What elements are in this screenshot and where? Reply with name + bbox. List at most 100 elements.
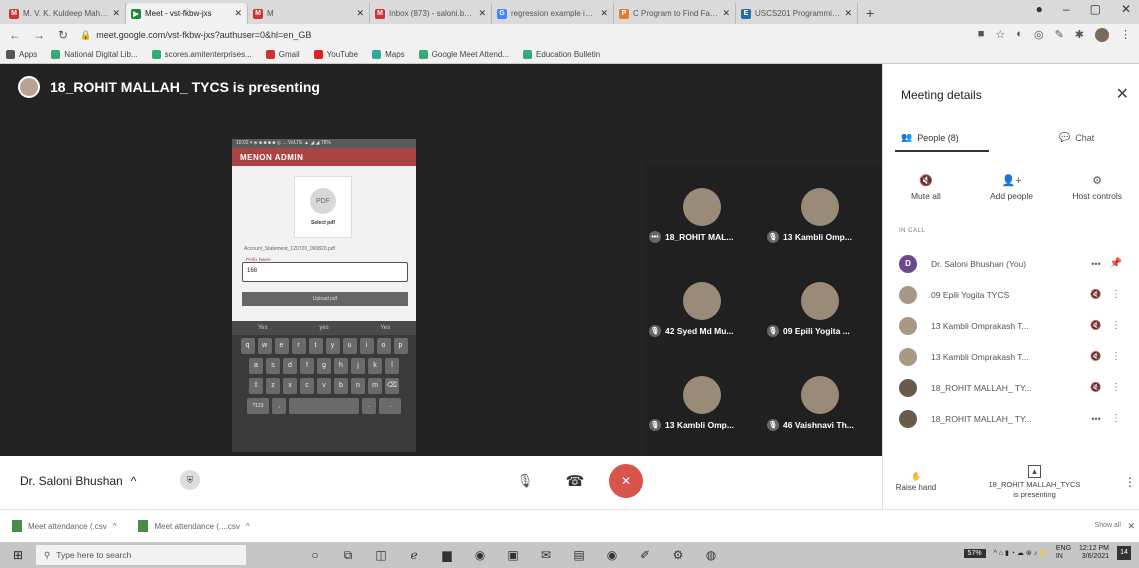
participant-name: 42 Syed Md Mu... xyxy=(665,326,734,336)
cortana-icon[interactable]: ○ xyxy=(306,547,324,563)
close-tab-icon[interactable]: ✕ xyxy=(844,8,852,19)
clock[interactable]: 12:12 PM 3/6/2021 xyxy=(1079,545,1109,562)
microphone-button[interactable]: 🎙 xyxy=(512,468,538,494)
bookmark-label: Maps xyxy=(385,50,405,59)
browser-tab[interactable]: M M ✕ xyxy=(248,3,370,24)
participant-action-icon[interactable]: 🔇 xyxy=(1086,351,1106,362)
browser-tab[interactable]: Gregression example in r - G ✕ xyxy=(492,3,614,24)
browser-tab[interactable]: M M. V. K. Kuldeep Mahale Colleg✕ xyxy=(4,3,126,24)
shield-icon[interactable]: ⛨ xyxy=(180,470,200,490)
favicon-icon: G xyxy=(497,8,507,19)
store-icon[interactable]: ◫ xyxy=(372,547,390,563)
camera-off-button[interactable]: ✕ xyxy=(609,464,643,498)
tab-title: Inbox (873) - saloni.bhush xyxy=(389,9,475,18)
chrome-icon[interactable]: ◉ xyxy=(603,547,621,563)
download-item[interactable]: Meet attendance (....csv ^ xyxy=(138,520,250,532)
edge-icon[interactable]: ℯ xyxy=(405,547,423,563)
windows-start-icon[interactable]: ⊞ xyxy=(0,548,36,562)
more-options-icon[interactable]: ⋮ xyxy=(1120,475,1139,489)
close-window-button[interactable]: ✕ xyxy=(1121,2,1131,16)
star-icon[interactable]: ☆ xyxy=(995,28,1005,42)
camera-icon[interactable]: ■ xyxy=(978,28,985,42)
browser-tab[interactable]: P C Program to Find Factoria ✕ xyxy=(614,3,736,24)
new-tab-button[interactable]: + xyxy=(858,3,882,24)
taskbar-search[interactable]: ⚲ Type here to search xyxy=(36,545,246,565)
bookmark-item[interactable]: Maps xyxy=(372,50,405,59)
tray-icons[interactable]: ^ ⌂ ▮ ◔ ☁ ⊛ ♪ ⚡ xyxy=(994,549,1048,557)
app-icon[interactable]: ▣ xyxy=(504,547,522,563)
minimize-button[interactable]: – xyxy=(1063,2,1070,16)
bookmark-item[interactable]: Gmail xyxy=(265,50,300,59)
language-indicator[interactable]: ENG IN xyxy=(1056,545,1071,562)
close-tab-icon[interactable]: ✕ xyxy=(112,8,120,19)
participant-action-icon[interactable]: 🔇 xyxy=(1086,289,1106,300)
participant-more-icon[interactable]: 📌 xyxy=(1106,258,1126,269)
keyboard-key: r xyxy=(291,338,306,354)
chrome-icon[interactable]: ◉ xyxy=(471,547,489,563)
bookmark-label: National Digital Lib... xyxy=(64,50,138,59)
excel-icon[interactable]: ▤ xyxy=(570,547,588,563)
close-icon[interactable]: ✕ xyxy=(1127,521,1135,532)
settings-icon[interactable]: ⚙ xyxy=(669,547,687,563)
close-tab-icon[interactable]: ✕ xyxy=(478,8,486,19)
pen-icon[interactable]: ✎ xyxy=(1055,28,1064,42)
extension-icon[interactable]: ◐ xyxy=(1016,28,1023,42)
participant-name: 09 Epili Yogita ... xyxy=(783,326,850,336)
menu-icon[interactable]: ⋮ xyxy=(1120,28,1131,42)
close-tab-icon[interactable]: ✕ xyxy=(234,8,242,19)
app-icon[interactable]: ◍ xyxy=(702,547,720,563)
extension-icon[interactable]: ◎ xyxy=(1034,28,1044,42)
raise-hand-button[interactable]: ✋ Raise hand xyxy=(883,472,949,492)
mute-all-button[interactable]: 🔇 Mute all xyxy=(883,174,969,201)
bookmark-item[interactable]: Education Bulletin xyxy=(523,50,600,59)
tab-people[interactable]: 👥 People (8) xyxy=(901,132,959,143)
mail-icon[interactable]: ✉ xyxy=(537,547,555,563)
self-name[interactable]: Dr. Saloni Bhushan ^ xyxy=(20,474,136,488)
participant-more-icon[interactable]: ⋮ xyxy=(1106,289,1126,300)
profile-icon[interactable]: ● xyxy=(1036,2,1043,16)
battery-indicator[interactable]: 57% xyxy=(963,548,986,558)
browser-tab[interactable]: ▶ Meet - vst-fkbw-jxs ✕ xyxy=(126,3,248,24)
bookmark-item[interactable]: National Digital Lib... xyxy=(51,50,138,59)
host-controls-button[interactable]: ⚙ Host controls xyxy=(1054,174,1139,201)
avatar[interactable] xyxy=(1095,28,1109,42)
add-people-button[interactable]: 👤+ Add people xyxy=(969,174,1055,201)
download-name: Meet attendance (....csv xyxy=(154,521,240,531)
chevron-up-icon[interactable]: ^ xyxy=(246,522,250,531)
close-tab-icon[interactable]: ✕ xyxy=(356,8,364,19)
close-tab-icon[interactable]: ✕ xyxy=(600,8,608,19)
url-field[interactable]: 🔒 meet.google.com/vst-fkbw-jxs?authuser=… xyxy=(80,30,968,41)
tab-chat[interactable]: 💬 Chat xyxy=(1059,132,1094,143)
browser-tab[interactable]: E USCS201 Programming wit✕ xyxy=(736,3,858,24)
participant-more-icon[interactable]: ⋮ xyxy=(1106,382,1126,393)
back-button[interactable]: ← xyxy=(8,28,22,42)
keyboard-key: w xyxy=(257,338,272,354)
task-view-icon[interactable]: ⧉ xyxy=(339,547,357,563)
bookmark-item[interactable]: scores.amitenterprises... xyxy=(151,50,252,59)
participant-more-icon[interactable]: ⋮ xyxy=(1106,320,1126,331)
presenting-status[interactable]: ▴ 18_ROHIT MALLAH_TYCS is presenting xyxy=(949,465,1120,499)
notifications-icon[interactable]: 14 xyxy=(1117,546,1131,561)
participant-action-icon[interactable]: ••• xyxy=(1086,414,1106,424)
maximize-button[interactable]: ▢ xyxy=(1090,2,1101,16)
participant-more-icon[interactable]: ⋮ xyxy=(1106,351,1126,362)
paint-icon[interactable]: ✐ xyxy=(636,547,654,563)
bookmark-item[interactable]: Google Meet Attend... xyxy=(418,50,509,59)
close-icon[interactable]: ✕ xyxy=(1116,84,1129,104)
leave-call-button[interactable]: ☎ xyxy=(562,468,588,494)
chevron-up-icon[interactable]: ^ xyxy=(113,522,117,531)
participant-more-icon[interactable]: ⋮ xyxy=(1106,413,1126,424)
folder-icon[interactable]: ▆ xyxy=(438,547,456,563)
close-tab-icon[interactable]: ✕ xyxy=(722,8,730,19)
participant-action-icon[interactable]: 🔇 xyxy=(1086,320,1106,331)
browser-tab[interactable]: M Inbox (873) - saloni.bhush ✕ xyxy=(370,3,492,24)
show-all-button[interactable]: Show all xyxy=(1095,522,1121,529)
participant-action-icon[interactable]: ••• xyxy=(1086,259,1106,269)
participant-action-icon[interactable]: 🔇 xyxy=(1086,382,1106,393)
reload-button[interactable]: ↻ xyxy=(56,28,70,42)
bookmark-item[interactable]: Apps xyxy=(6,50,37,59)
puzzle-icon[interactable]: ✱ xyxy=(1075,28,1084,42)
bookmark-item[interactable]: YouTube xyxy=(313,50,358,59)
download-item[interactable]: Meet attendance (.csv ^ xyxy=(12,520,116,532)
forward-button[interactable]: → xyxy=(32,28,46,42)
